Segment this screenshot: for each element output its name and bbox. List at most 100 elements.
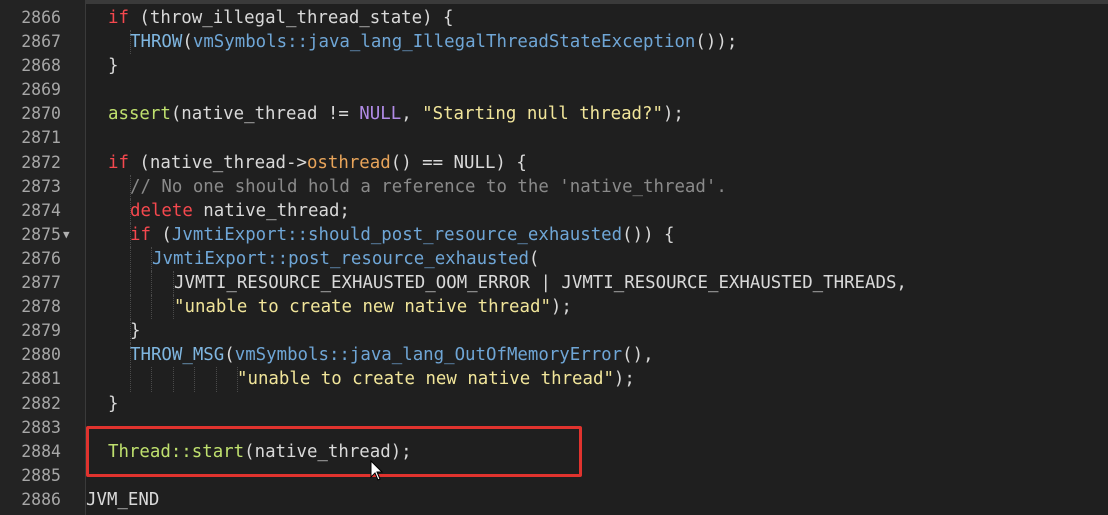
code-line[interactable]: 2867 THROW(vmSymbols::java_lang_IllegalTh… [0,30,1108,55]
code-token: assert [108,104,171,125]
line-number: 2885 [21,465,61,485]
code-text[interactable]: // No one should hold a reference to the… [130,175,727,199]
code-line[interactable]: 2879} [0,319,1108,344]
code-token: "unable to create new native thread" [174,297,551,318]
code-text[interactable]: } [108,54,118,78]
code-text[interactable]: } [108,392,118,416]
code-text[interactable]: if (JvmtiExport::should_post_resource_ex… [130,223,674,247]
code-token: JVM_END [86,489,160,510]
code-token: (throw_illegal_thread_state) { [128,8,454,28]
code-token: (), [622,345,654,366]
line-number: 2867 [21,32,61,52]
code-token: ( [224,345,235,366]
code-token: THROW [130,32,183,53]
code-line[interactable]: 2878 "unable to create new native thread"… [0,295,1108,320]
code-text[interactable]: THROW_MSG(vmSymbols::java_lang_OutOfMemo… [130,343,654,367]
editor-top-border [0,0,1108,4]
code-token: } [108,393,119,414]
code-token: ()) { [622,224,675,245]
line-number: 2868 [21,56,61,76]
code-token: delete [130,200,193,221]
code-token: THROW_MSG [130,345,225,366]
code-line[interactable]: 2876 JvmtiExport::post_resource_exhausted… [0,246,1108,272]
code-token: } [130,321,141,342]
line-number: 2873 [21,176,61,196]
code-token: } [108,56,119,77]
code-line[interactable]: 2873 // No one should hold a reference to… [0,174,1108,199]
highlight-annotation-box [86,426,582,477]
code-token: JVMTI_RESOURCE_EXHAUSTED_OOM_ERROR | JVM… [174,273,907,294]
code-line[interactable]: 2874 delete native_thread; [0,198,1108,223]
code-token: ); [550,297,572,318]
line-number: 2884 [21,441,61,461]
line-number: 2877 [21,273,61,293]
line-number: 2872 [21,152,61,172]
code-text[interactable]: "unable to create new native thread"); [174,295,572,319]
code-token: () == NULL) { [390,152,527,173]
code-token: ); [662,104,684,125]
code-token: ( [182,32,193,53]
code-token: if [108,8,129,28]
code-editor[interactable]: 2866 if (throw_illegal_thread_state) {286… [0,0,1108,515]
code-token: ( [150,224,172,245]
line-number: 2870 [21,104,61,124]
line-number: 2869 [21,80,61,100]
indent-guide [151,271,152,296]
code-text[interactable]: JVM_END [86,488,159,512]
mouse-pointer-icon [370,460,384,481]
code-text[interactable]: delete native_thread; [130,199,350,223]
line-number: 2882 [21,393,61,413]
code-text[interactable]: JvmtiExport::post_resource_exhausted( [152,247,539,271]
indent-guide [194,367,195,392]
code-text[interactable]: JVMTI_RESOURCE_EXHAUSTED_OOM_ERROR | JVM… [174,271,907,295]
line-number: 2866 [21,8,61,27]
code-line[interactable]: 2868} [0,54,1108,78]
code-text[interactable]: assert(native_thread != NULL, "Starting … [108,102,684,126]
code-line[interactable]: 2871 [0,126,1108,150]
code-line[interactable]: 2870 assert(native_thread != NULL, "Start… [0,102,1108,126]
indent-guide [129,295,131,320]
code-line[interactable]: 2869 [0,78,1108,102]
code-line[interactable]: 2866 if (throw_illegal_thread_state) { [0,6,1108,30]
indent-guide [151,367,152,392]
code-token: // No one should hold a reference to the… [130,176,727,197]
fold-triangle-icon[interactable]: ▼ [63,223,70,247]
code-token: JvmtiExport::post_resource_exhausted [152,248,529,269]
line-number: 2880 [21,345,61,365]
line-number: 2874 [21,200,61,220]
code-line[interactable]: 2877 JVMTI_RESOURCE_EXHAUSTED_OOM_ERROR |… [0,271,1108,296]
code-token: , [401,104,423,125]
line-number: 2878 [21,297,61,317]
code-token: osthread [306,152,391,173]
code-text[interactable]: THROW(vmSymbols::java_lang_IllegalThread… [130,30,737,54]
line-number: 2883 [21,417,61,437]
code-token: (native_thread-> [128,152,307,173]
indent-guide [129,246,131,272]
indent-guide [129,367,131,392]
code-token: "unable to create new native thread" [237,369,614,390]
code-text[interactable]: if (native_thread->osthread() == NULL) { [108,151,527,175]
code-token: vmSymbols::java_lang_IllegalThreadStateE… [192,32,696,53]
code-line[interactable]: 2872 if (native_thread->osthread() == NUL… [0,151,1108,175]
code-token: ); [613,369,635,390]
code-line[interactable]: 2886 JVM_END [0,488,1108,512]
code-line[interactable]: 2881 "unable to create new native thread"… [0,367,1108,392]
line-number: 2876 [21,248,61,268]
code-token: ()); [695,32,738,53]
indent-guide [172,367,174,392]
code-token: vmSymbols::java_lang_OutOfMemoryError [234,345,623,366]
indent-guide [151,295,152,320]
code-token: JvmtiExport::should_post_resource_exhaus… [171,224,623,245]
code-text[interactable]: if (throw_illegal_thread_state) { [108,6,454,30]
code-token: ( [528,248,540,269]
code-token: if [130,224,151,245]
code-text[interactable]: } [130,319,140,343]
code-token: if [108,152,129,173]
code-text[interactable]: "unable to create new native thread"); [237,367,635,391]
line-number: 2871 [21,128,61,148]
code-token: NULL [359,104,402,125]
code-line[interactable]: 2882} [0,392,1108,416]
indent-guide [129,271,131,296]
code-line[interactable]: 2875 ▼ if (JvmtiExport::should_post_resour… [0,222,1108,247]
code-line[interactable]: 2880 THROW_MSG(vmSymbols::java_lang_OutOf… [0,343,1108,368]
